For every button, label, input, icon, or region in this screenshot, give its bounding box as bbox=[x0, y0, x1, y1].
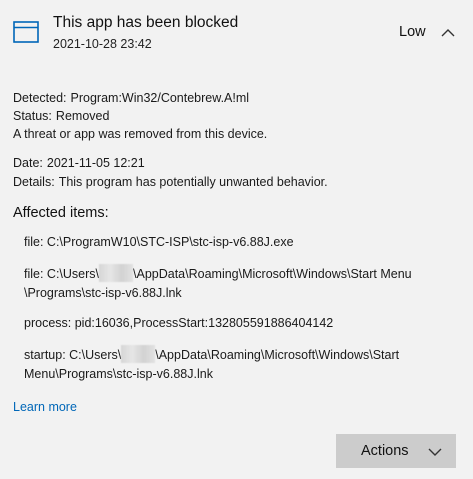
redacted-username bbox=[99, 264, 134, 282]
date-label: Date: bbox=[13, 156, 43, 170]
detected-row: Detected: Program:Win32/Contebrew.A!ml bbox=[13, 91, 249, 105]
affected-item: file: C:\ProgramW10\STC-ISP\stc-isp-v6.8… bbox=[24, 233, 444, 252]
actions-button[interactable]: Actions bbox=[336, 434, 456, 468]
threat-header[interactable]: This app has been blocked 2021-10-28 23:… bbox=[0, 0, 473, 70]
status-label: Status: bbox=[13, 109, 52, 123]
affected-item: process: pid:16036,ProcessStart:13280559… bbox=[24, 314, 444, 333]
affected-item-text: \AppData\Roaming\Microsoft\Windows\Start bbox=[155, 348, 400, 362]
learn-more-link[interactable]: Learn more bbox=[13, 400, 77, 414]
affected-item: file: C:\Users\ \AppData\Roaming\Microsof… bbox=[24, 264, 444, 303]
affected-item-text: \AppData\Roaming\Microsoft\Windows\Start… bbox=[133, 267, 412, 281]
chevron-down-icon bbox=[428, 448, 442, 456]
severity-level: Low bbox=[399, 24, 426, 40]
detected-value: Program:Win32/Contebrew.A!ml bbox=[70, 91, 250, 105]
threat-timestamp: 2021-10-28 23:42 bbox=[53, 37, 152, 51]
affected-item-text: file: C:\Users\ bbox=[24, 267, 100, 281]
date-row: Date: 2021-11-05 12:21 bbox=[13, 156, 145, 170]
date-value: 2021-11-05 12:21 bbox=[46, 156, 145, 170]
affected-item-text: startup: C:\Users\ bbox=[24, 348, 122, 362]
status-value: Removed bbox=[55, 109, 110, 123]
affected-item: startup: C:\Users\ \AppData\Roaming\Micro… bbox=[24, 345, 444, 384]
detected-label: Detected: bbox=[13, 91, 67, 105]
details-row: Details: This program has potentially unw… bbox=[13, 175, 328, 189]
status-message: A threat or app was removed from this de… bbox=[13, 127, 268, 141]
affected-item-text: process: pid:16036,ProcessStart:13280559… bbox=[24, 316, 334, 330]
actions-label: Actions bbox=[361, 443, 409, 459]
affected-items-heading: Affected items: bbox=[13, 205, 109, 221]
status-row: Status: Removed bbox=[13, 109, 109, 123]
threat-title: This app has been blocked bbox=[53, 14, 239, 31]
redacted-username bbox=[121, 345, 156, 363]
affected-item-text: \Programs\stc-isp-v6.88J.lnk bbox=[24, 286, 182, 300]
app-window-icon bbox=[13, 21, 39, 43]
affected-item-text: Menu\Programs\stc-isp-v6.88J.lnk bbox=[24, 367, 213, 381]
affected-item-text: file: C:\ProgramW10\STC-ISP\stc-isp-v6.8… bbox=[24, 235, 294, 249]
chevron-up-icon[interactable] bbox=[440, 27, 456, 39]
details-value: This program has potentially unwanted be… bbox=[58, 175, 328, 189]
details-label: Details: bbox=[13, 175, 55, 189]
